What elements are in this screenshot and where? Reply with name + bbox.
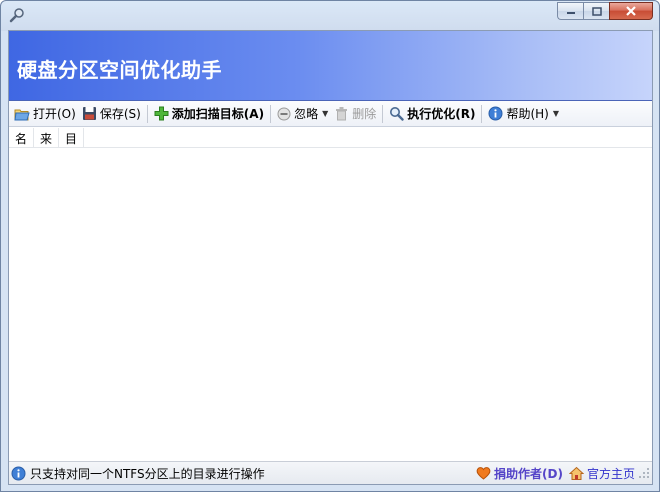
delete-button[interactable]: 删除 bbox=[331, 103, 379, 125]
banner-title: 硬盘分区空间优化助手 bbox=[17, 58, 222, 82]
add-scan-target-button[interactable]: 添加扫描目标(A) bbox=[151, 103, 267, 125]
column-header-name[interactable]: 名 bbox=[9, 128, 34, 148]
delete-label: 删除 bbox=[352, 107, 377, 121]
save-button[interactable]: 保存(S) bbox=[79, 103, 144, 125]
open-button[interactable]: 打开(O) bbox=[11, 103, 79, 125]
info-icon bbox=[11, 466, 26, 480]
column-header-target[interactable]: 目 bbox=[59, 128, 84, 148]
toolbar-separator bbox=[481, 104, 483, 123]
folder-open-icon bbox=[14, 109, 30, 120]
homepage-label: 官方主页 bbox=[586, 466, 635, 481]
status-message: 只支持对同一个NTFS分区上的目录进行操作 bbox=[30, 466, 265, 481]
heart-icon bbox=[476, 467, 491, 480]
help-label: 帮助(H) bbox=[506, 107, 549, 121]
toolbar-separator bbox=[270, 104, 272, 123]
help-dropdown[interactable]: 帮助(H) ▼ bbox=[485, 103, 562, 125]
save-label: 保存(S) bbox=[99, 107, 141, 121]
status-bar: 只支持对同一个NTFS分区上的目录进行操作 捐助作者(D) 官方主页 bbox=[9, 461, 652, 484]
title-bar[interactable] bbox=[1, 1, 659, 29]
open-label: 打开(O) bbox=[33, 107, 76, 121]
header-banner: 硬盘分区空间优化助手 bbox=[9, 31, 652, 101]
donate-link[interactable]: 捐助作者(D) bbox=[473, 465, 566, 482]
scan-target-list[interactable] bbox=[9, 149, 652, 461]
trash-icon bbox=[336, 107, 348, 121]
close-icon bbox=[626, 6, 636, 16]
resize-grip-icon[interactable] bbox=[638, 467, 650, 479]
info-icon bbox=[488, 106, 503, 121]
column-header-source[interactable]: 来 bbox=[34, 128, 59, 148]
run-optimize-button[interactable]: 执行优化(R) bbox=[386, 103, 478, 125]
ignore-label: 忽略 bbox=[294, 107, 319, 121]
client-area: 硬盘分区空间优化助手 打开(O) 保存(S) 添加扫描目标(A) 忽略 ▼ 删除… bbox=[8, 30, 653, 485]
dropdown-arrow-icon: ▼ bbox=[552, 109, 560, 118]
close-button[interactable] bbox=[609, 2, 653, 20]
toolbar-separator bbox=[382, 104, 384, 123]
app-window: 硬盘分区空间优化助手 打开(O) 保存(S) 添加扫描目标(A) 忽略 ▼ 删除… bbox=[0, 0, 660, 492]
maximize-button[interactable] bbox=[583, 2, 609, 20]
maximize-icon bbox=[591, 6, 602, 16]
green-plus-icon bbox=[154, 106, 169, 121]
homepage-link[interactable]: 官方主页 bbox=[566, 465, 638, 482]
donate-label: 捐助作者(D) bbox=[494, 466, 563, 481]
add-scan-target-label: 添加扫描目标(A) bbox=[171, 107, 265, 121]
floppy-disk-icon bbox=[82, 107, 96, 120]
toolbar-separator bbox=[146, 104, 148, 123]
ignore-icon bbox=[277, 107, 291, 120]
toolbar: 打开(O) 保存(S) 添加扫描目标(A) 忽略 ▼ 删除 执行优化(R) 帮助… bbox=[9, 101, 652, 127]
run-optimize-label: 执行优化(R) bbox=[407, 107, 476, 121]
ignore-dropdown[interactable]: 忽略 ▼ bbox=[274, 103, 331, 125]
minimize-button[interactable] bbox=[557, 2, 583, 20]
dropdown-arrow-icon: ▼ bbox=[322, 109, 329, 118]
home-icon bbox=[568, 466, 584, 480]
list-column-header: 名 来 目 bbox=[9, 128, 652, 148]
status-message-area: 只支持对同一个NTFS分区上的目录进行操作 bbox=[9, 465, 473, 482]
magnifier-icon bbox=[390, 107, 404, 121]
app-magnifier-icon bbox=[9, 8, 24, 23]
minimize-icon bbox=[566, 12, 575, 14]
